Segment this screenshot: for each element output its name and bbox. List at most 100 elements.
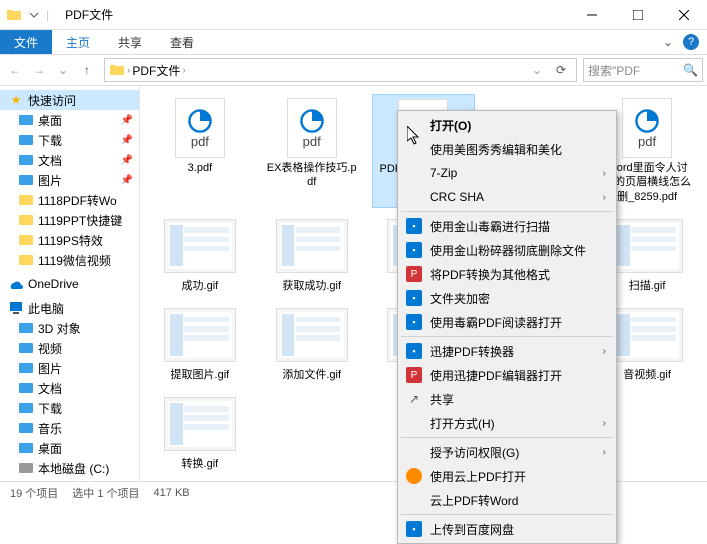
sidebar-item[interactable]: 1119PPT快捷键 xyxy=(0,210,139,230)
folder-icon xyxy=(18,112,34,128)
sidebar-item[interactable]: 下载📌 xyxy=(0,130,139,150)
file-item[interactable]: 转换.gif xyxy=(148,390,252,475)
sidebar-item[interactable]: 图片📌 xyxy=(0,170,139,190)
nav-back-button[interactable]: ← xyxy=(4,59,26,81)
folder-icon xyxy=(18,132,34,148)
status-selected: 选中 1 个项目 xyxy=(72,485,139,501)
sidebar-item[interactable]: 文档 xyxy=(0,378,139,398)
context-item[interactable]: ↗共享 xyxy=(400,387,614,411)
file-name: 音视频.gif xyxy=(623,368,671,382)
file-item[interactable]: 成功.gif xyxy=(148,212,252,297)
nav-forward-button[interactable]: → xyxy=(28,59,50,81)
sidebar-item[interactable]: 1119微信视频 xyxy=(0,250,139,270)
sidebar-item[interactable]: 音乐 xyxy=(0,418,139,438)
context-menu: 打开(O)使用美图秀秀编辑和美化7-Zip›CRC SHA› ▪使用金山毒霸进行扫… xyxy=(397,110,617,544)
context-item[interactable]: P将PDF转换为其他格式 xyxy=(400,262,614,286)
search-icon[interactable]: 🔍 xyxy=(683,63,698,77)
context-separator xyxy=(401,514,613,515)
folder-icon xyxy=(18,232,34,248)
help-icon[interactable]: ? xyxy=(683,34,699,50)
sidebar-item[interactable]: 桌面 xyxy=(0,438,139,458)
chevron-right-icon: › xyxy=(603,192,606,203)
context-item[interactable]: ▪使用金山粉碎器彻底删除文件 xyxy=(400,238,614,262)
file-item[interactable]: 获取成功.gif xyxy=(260,212,364,297)
file-name: EX表格操作技巧.pdf xyxy=(267,161,357,190)
context-item[interactable]: ▪上传到百度网盘 xyxy=(400,517,614,541)
sidebar-item[interactable]: 下载 xyxy=(0,398,139,418)
refresh-icon[interactable]: ⟳ xyxy=(550,59,572,81)
dropdown-icon[interactable] xyxy=(26,7,42,23)
file-item[interactable]: 提取图片.gif xyxy=(148,301,252,386)
app-icon: ▪ xyxy=(406,521,422,537)
context-item[interactable]: 云上PDF转Word xyxy=(400,488,614,512)
tab-home[interactable]: 主页 xyxy=(52,30,104,54)
context-item[interactable]: ▪使用金山毒霸进行扫描 xyxy=(400,214,614,238)
nav-up-button[interactable]: ↑ xyxy=(76,59,98,81)
folder-icon xyxy=(18,192,34,208)
chevron-right-icon[interactable]: › xyxy=(182,65,185,76)
sidebar-item[interactable]: 本地磁盘 (C:) xyxy=(0,458,139,478)
breadcrumb-segment[interactable]: PDF文件 xyxy=(132,62,180,79)
file-name: 3.pdf xyxy=(188,161,212,175)
context-item[interactable]: 授予访问权限(G)› xyxy=(400,440,614,464)
tab-file[interactable]: 文件 xyxy=(0,30,52,54)
share-icon: ↗ xyxy=(406,391,422,407)
app-icon: ▪ xyxy=(406,218,422,234)
sidebar-item[interactable]: 1118PDF转Wo xyxy=(0,190,139,210)
drive-icon xyxy=(18,340,34,356)
context-separator xyxy=(401,336,613,337)
onedrive-icon xyxy=(8,276,24,292)
chevron-right-icon: › xyxy=(603,168,606,179)
file-name: 提取图片.gif xyxy=(171,368,230,382)
sidebar-item[interactable]: 文档📌 xyxy=(0,150,139,170)
chevron-right-icon: › xyxy=(603,418,606,429)
context-item[interactable]: 7-Zip› xyxy=(400,161,614,185)
context-item[interactable]: 使用美图秀秀编辑和美化 xyxy=(400,137,614,161)
pc-icon xyxy=(8,300,24,316)
maximize-button[interactable] xyxy=(615,0,661,30)
pin-icon: 📌 xyxy=(121,115,133,126)
tab-share[interactable]: 共享 xyxy=(104,30,156,54)
file-item[interactable]: pdf 3.pdf xyxy=(148,94,252,208)
context-item[interactable]: 使用云上PDF打开 xyxy=(400,464,614,488)
pin-icon: 📌 xyxy=(121,175,133,186)
folder-icon xyxy=(18,152,34,168)
sidebar-item[interactable]: 3D 对象 xyxy=(0,318,139,338)
titlebar-divider: | xyxy=(46,8,49,22)
context-item[interactable]: ▪文件夹加密 xyxy=(400,286,614,310)
sidebar-item[interactable]: 桌面📌 xyxy=(0,110,139,130)
drive-icon xyxy=(18,460,34,476)
addr-dropdown-icon[interactable]: ⌄ xyxy=(526,59,548,81)
minimize-button[interactable] xyxy=(569,0,615,30)
sidebar: ★快速访问桌面📌下载📌文档📌图片📌1118PDF转Wo1119PPT快捷键111… xyxy=(0,86,140,481)
context-item[interactable]: P使用迅捷PDF编辑器打开 xyxy=(400,363,614,387)
status-count: 19 个项目 xyxy=(10,485,58,501)
tab-view[interactable]: 查看 xyxy=(156,30,208,54)
context-item[interactable]: ▪迅捷PDF转换器› xyxy=(400,339,614,363)
app-icon: P xyxy=(406,367,422,383)
file-item[interactable]: 添加文件.gif xyxy=(260,301,364,386)
context-item[interactable]: 打开(O) xyxy=(400,113,614,137)
address-bar[interactable]: › PDF文件 › ⌄ ⟳ xyxy=(104,58,577,82)
context-item[interactable]: 打开方式(H)› xyxy=(400,411,614,435)
sidebar-quick-access[interactable]: ★快速访问 xyxy=(0,90,139,110)
sidebar-onedrive[interactable]: OneDrive xyxy=(0,274,139,294)
drive-icon xyxy=(18,400,34,416)
pin-icon: 📌 xyxy=(121,155,133,166)
nav-recent-icon[interactable]: ⌄ xyxy=(52,59,74,81)
context-separator xyxy=(401,437,613,438)
context-item[interactable]: ▪使用毒霸PDF阅读器打开 xyxy=(400,310,614,334)
sidebar-item[interactable]: 图片 xyxy=(0,358,139,378)
file-item[interactable]: pdf EX表格操作技巧.pdf xyxy=(260,94,364,208)
sidebar-thispc[interactable]: 此电脑 xyxy=(0,298,139,318)
chevron-right-icon[interactable]: › xyxy=(127,65,130,76)
search-input[interactable]: 搜索"PDF 🔍 xyxy=(583,58,703,82)
close-button[interactable] xyxy=(661,0,707,30)
sidebar-item[interactable]: 视频 xyxy=(0,338,139,358)
ribbon-toggle-icon[interactable]: ⌄ xyxy=(663,35,673,49)
folder-icon xyxy=(109,62,125,78)
context-item[interactable]: CRC SHA› xyxy=(400,185,614,209)
app-icon: ▪ xyxy=(406,290,422,306)
folder-icon xyxy=(18,252,34,268)
sidebar-item[interactable]: 1119PS特效 xyxy=(0,230,139,250)
